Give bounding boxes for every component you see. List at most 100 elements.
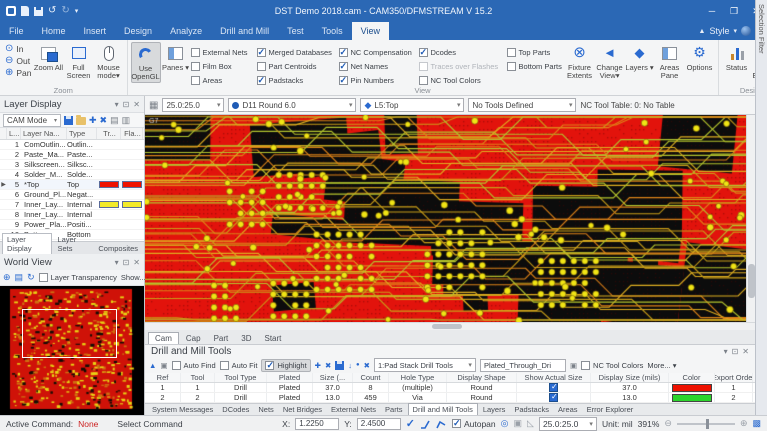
highlight-checkbox[interactable]: Highlight (261, 359, 310, 372)
style-dropdown-icon[interactable]: ▾ (733, 27, 737, 35)
tab-insert[interactable]: Insert (75, 22, 116, 40)
zoom-out-button[interactable]: ⊖Out (5, 56, 32, 66)
zoom-slider-thumb[interactable] (706, 419, 709, 429)
tab-view[interactable]: View (352, 22, 389, 40)
checkbox-merged-databases[interactable]: Merged Databases (257, 46, 339, 58)
tab-layer-display[interactable]: Layer Display (2, 233, 52, 254)
tool-filter-input[interactable]: Plated_Through_Dri (480, 359, 566, 372)
zoom-slider[interactable] (677, 423, 735, 425)
layer-row[interactable]: 2Paste_Ma...Paste... (0, 150, 144, 160)
tab-tools[interactable]: Tools (313, 22, 352, 40)
vertical-scrollbar-thumb[interactable] (748, 264, 755, 298)
save-tools-icon[interactable] (335, 361, 344, 370)
zoom-in-button[interactable]: ⊙In (5, 44, 32, 54)
copy-layer-icon[interactable]: ▤ (110, 116, 119, 125)
wv-pan-icon[interactable]: ▤ (15, 272, 24, 283)
cam-mode-select[interactable]: CAM Mode▾ (3, 114, 61, 127)
status-button[interactable]: Status (722, 42, 752, 72)
tab-layer-sets[interactable]: Layer Sets (53, 234, 93, 254)
tab-net-bridges[interactable]: Net Bridges (279, 404, 326, 415)
world-view-minimap[interactable] (0, 286, 144, 415)
x-coordinate-input[interactable]: 1.2250 (295, 418, 339, 430)
style-menu[interactable]: Style (709, 26, 729, 36)
delete-tool-icon[interactable]: ✖ (325, 361, 331, 370)
status-grid-select[interactable]: 25.0:25.0▾ (539, 417, 597, 431)
tab-system-messages[interactable]: System Messages (148, 404, 217, 415)
layer-row[interactable]: 3Silkscreen...Silksc... (0, 160, 144, 170)
full-screen-button[interactable]: Full Screen (64, 42, 94, 81)
layer-row[interactable]: 8Inner_Lay...Internal (0, 210, 144, 220)
vertical-scrollbar[interactable] (746, 115, 755, 322)
layer-row-current[interactable]: ▶5*TopTop (0, 180, 144, 190)
tab-composites[interactable]: Composites (94, 243, 142, 254)
fit-view-icon[interactable]: ▩ (752, 419, 761, 428)
change-view-button[interactable]: ◄Change View▾ (595, 42, 625, 81)
auto-fit-checkbox[interactable]: Auto Fit (220, 359, 258, 371)
tab-start[interactable]: Start (258, 333, 287, 344)
maximize-button[interactable]: ❐ (723, 0, 745, 22)
trace-color-swatch[interactable] (99, 201, 119, 208)
angle-icon[interactable]: ◺ (527, 419, 534, 428)
wv-refresh-icon[interactable]: ↻ (27, 272, 35, 283)
mouse-mode-button[interactable]: Mouse mode▾ (94, 42, 124, 81)
tab-nets[interactable]: Nets (254, 404, 277, 415)
tab-layers[interactable]: Layers (479, 404, 510, 415)
tab-file[interactable]: File (0, 22, 33, 40)
tab-cap[interactable]: Cap (180, 333, 207, 344)
fixture-extents-button[interactable]: ⊗Fixture Extents (565, 42, 595, 81)
more-menu[interactable]: More... ▾ (647, 361, 676, 370)
checkbox-film-box[interactable]: Film Box (191, 60, 257, 72)
panel-close-icon[interactable]: ✕ (742, 347, 749, 356)
import-tools-icon[interactable]: ↓ (348, 361, 352, 370)
world-view-viewport-rect[interactable] (22, 309, 117, 358)
zoom-all-button[interactable]: Zoom All (34, 42, 64, 72)
clear-icon[interactable]: ✖ (364, 361, 370, 370)
panel-pin-icon[interactable]: ⊡ (123, 258, 130, 267)
panel-menu-icon[interactable]: ▾ (115, 100, 119, 109)
layer-row[interactable]: 1ComOutlin...Outlin... (0, 140, 144, 150)
tab-padstacks[interactable]: Padstacks (510, 404, 553, 415)
any-angle-line-mode-icon[interactable] (436, 419, 447, 429)
tool-color-swatch[interactable] (672, 394, 712, 402)
dcode-select[interactable]: D11 Round 6.0▾ (228, 98, 356, 112)
wv-zoom-icon[interactable]: ⊕ (3, 272, 11, 283)
horizontal-scrollbar[interactable] (145, 322, 755, 330)
tab-test[interactable]: Test (278, 22, 313, 40)
tab-external-nets[interactable]: External Nets (327, 404, 380, 415)
wv-show-menu[interactable]: Show... (121, 273, 146, 282)
checkbox-padstacks[interactable]: Padstacks (257, 74, 339, 86)
tab-drill-and-mill[interactable]: Drill and Mill (211, 22, 278, 40)
panes-button[interactable]: Panes ▾ (161, 42, 191, 72)
show-actual-size-checkbox[interactable] (549, 383, 558, 392)
zoom-out-slider-icon[interactable]: ⊖ (664, 419, 672, 428)
tab-part[interactable]: Part (208, 333, 235, 344)
zoom-in-slider-icon[interactable]: ⊕ (740, 419, 748, 428)
active-layer-select[interactable]: ◆L5:Top▾ (360, 98, 464, 112)
checkbox-nc-tool-colors[interactable]: NC Tool Colors (419, 74, 507, 86)
use-opengl-toggle[interactable]: Use OpenGL (131, 42, 161, 83)
save-layers-icon[interactable] (64, 116, 73, 125)
panel-menu-icon[interactable]: ▾ (115, 258, 119, 267)
pane-icon[interactable]: ▣ (160, 361, 167, 370)
tab-error-explorer[interactable]: Error Explorer (583, 404, 638, 415)
tab-3d[interactable]: 3D (235, 333, 257, 344)
drill-tool-row[interactable]: 22DrillPlated13.0459ViaRound13.02 (145, 393, 755, 403)
delete-layer-icon[interactable]: ✖ (100, 116, 108, 125)
collapse-ribbon-icon[interactable]: ▲ (699, 28, 706, 35)
layer-row[interactable]: 9Power_Pla...Positi... (0, 220, 144, 230)
drill-tool-row[interactable]: 11DrillPlated37.08(multiple)Round37.01 (145, 383, 755, 393)
panel-menu-icon[interactable]: ▾ (724, 347, 728, 356)
y-coordinate-input[interactable]: 2.4500 (357, 418, 401, 430)
tool-color-swatch[interactable] (672, 384, 712, 392)
horizontal-scrollbar-thumb[interactable] (432, 324, 462, 329)
options-button[interactable]: ⚙Options (685, 42, 715, 72)
target-icon[interactable]: ◎ (501, 419, 509, 428)
checkbox-part-centroids[interactable]: Part Centroids (257, 60, 339, 72)
nc-tool-colors-checkbox[interactable]: NC Tool Colors (581, 359, 643, 371)
tab-parts[interactable]: Parts (381, 404, 407, 415)
layers-button[interactable]: ◆Layers ▾ (625, 42, 655, 72)
selection-filter-strip[interactable]: Selection Filter (755, 0, 767, 415)
pcb-canvas[interactable] (145, 115, 746, 322)
autopan-checkbox[interactable]: Autopan (452, 418, 496, 430)
ortho-line-mode-icon[interactable] (420, 419, 431, 429)
